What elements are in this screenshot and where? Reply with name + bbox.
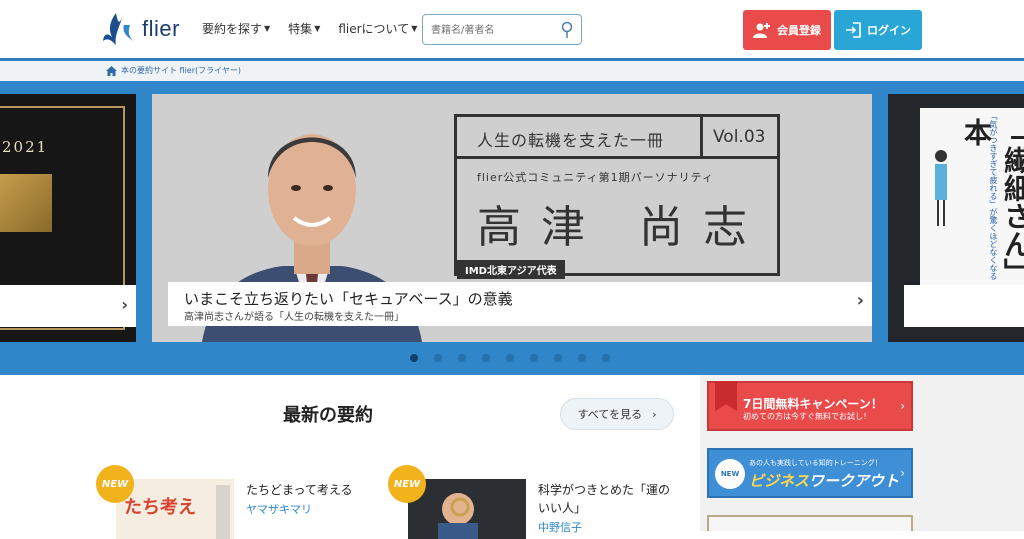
card-author[interactable]: ヤマザキマリ: [246, 501, 312, 517]
caret-down-icon: ▼: [411, 24, 418, 33]
hero-carousel: 2021 › 人生の転機を支えた一冊 Vol.03 flier公式コミュニティ第…: [0, 81, 1024, 375]
carousel-dot[interactable]: [410, 354, 418, 362]
nav-label: flierについて: [338, 22, 410, 36]
title-box-top: 人生の転機を支えた一冊 Vol.03: [454, 114, 780, 159]
chevron-right-icon: ›: [900, 466, 905, 480]
carousel-slide-prev[interactable]: 2021 ›: [0, 94, 136, 342]
search-icon[interactable]: [560, 21, 574, 39]
book-cover[interactable]: [408, 479, 526, 539]
caption-subtitle: 高津尚志さんが語る「人生の転機を支えた一冊」: [184, 312, 404, 323]
woman-illustration: [935, 150, 947, 226]
register-label: 会員登録: [777, 24, 821, 37]
carousel-dot[interactable]: [434, 354, 442, 362]
logo[interactable]: flier: [102, 10, 180, 48]
latest-summaries-section: 最新の要約 すべてを見る › たち考え NEW たちどまって考える ヤマザキマリ…: [0, 375, 700, 539]
flier-logo-icon: [103, 13, 134, 45]
workout-title: ビジネスワークアウト: [749, 470, 899, 491]
cover-art: たち考え: [116, 479, 234, 539]
free-trial-banner[interactable]: 7日間無料キャンペーン！ 初めての方は今すぐ無料でお試し！ ›: [707, 381, 913, 431]
personality-subtitle: flier公式コミュニティ第1期パーソナリティ: [477, 171, 714, 184]
section-title: 最新の要約: [283, 401, 379, 430]
carousel-dot[interactable]: [578, 354, 586, 362]
workout-title-a: ビジネス: [749, 472, 810, 490]
caret-down-icon: ▼: [264, 24, 271, 33]
add-user-icon: [753, 23, 770, 38]
sidebar-banner[interactable]: [707, 515, 913, 531]
caret-down-icon: ▼: [314, 24, 321, 33]
campaign-sub: 初めての方は今すぐ無料でお試し！: [743, 412, 871, 421]
chevron-right-icon: ›: [121, 295, 128, 314]
summary-card[interactable]: NEW 科学がつきとめた「運のいい人」 中野信子: [388, 465, 670, 539]
breadcrumb[interactable]: 本の要約サイト flier(フライヤー): [106, 65, 241, 76]
search-input[interactable]: [431, 22, 561, 38]
cover-title-text: たち考え: [124, 496, 196, 518]
slide-caption-main[interactable]: いまこそ立ち返りたい「セキュアベース」の意義 高津尚志さんが語る「人生の転機を支…: [168, 282, 872, 326]
new-badge: NEW: [96, 465, 134, 503]
breadcrumb-bar: 本の要約サイト flier(フライヤー): [0, 61, 1024, 81]
slide-year: 2021: [2, 138, 49, 156]
person-name: 高津 尚志: [477, 202, 767, 253]
title-box-divider: [700, 117, 703, 159]
position-tag: IMD北東アジア代表: [457, 260, 565, 279]
see-all-button[interactable]: すべてを見る ›: [560, 398, 674, 430]
business-workout-banner[interactable]: NEW あの人も実践している知的トレーニング！ ビジネスワークアウト ›: [707, 448, 913, 498]
cover-art: [408, 479, 526, 539]
card-author[interactable]: 中野信子: [538, 519, 582, 535]
card-title[interactable]: たちどまって考える: [246, 481, 386, 499]
nav-label: 要約を探す: [202, 22, 263, 36]
caption-title: いまこそ立ち返りたい「セキュアベース」の意義: [184, 290, 513, 308]
nav-about[interactable]: flierについて ▼: [338, 20, 417, 37]
chevron-right-icon: ›: [900, 399, 905, 413]
interview-title-box: 人生の転機を支えた一冊 Vol.03 flier公式コミュニティ第1期パーソナリ…: [454, 114, 780, 279]
new-badge: NEW: [388, 465, 426, 503]
login-icon: [846, 22, 861, 38]
chevron-right-icon: ›: [856, 290, 864, 311]
register-button[interactable]: 会員登録: [743, 10, 831, 50]
slide-caption[interactable]: [904, 285, 1024, 327]
nav-label: 特集: [288, 22, 313, 36]
carousel-dot[interactable]: [482, 354, 490, 362]
nav-search-summaries[interactable]: 要約を探す ▼: [202, 20, 270, 37]
carousel-dot[interactable]: [530, 354, 538, 362]
carousel-dot[interactable]: [554, 354, 562, 362]
bookmark-icon: [715, 381, 737, 411]
nav-features[interactable]: 特集 ▼: [288, 20, 320, 37]
search-box[interactable]: [422, 14, 582, 45]
see-all-label: すべてを見る: [577, 408, 643, 421]
carousel-slide-next[interactable]: 「気がつきすぎて疲れる」が驚くほどなくなる 「繊細さん」の本: [888, 94, 1024, 342]
logo-text: flier: [142, 16, 180, 41]
card-title[interactable]: 科学がつきとめた「運のいい人」: [538, 481, 678, 517]
home-icon: [106, 65, 117, 76]
main-nav: 要約を探す ▼ 特集 ▼ flierについて ▼: [202, 20, 417, 37]
volume-label: Vol.03: [713, 127, 766, 147]
slide-caption[interactable]: ›: [0, 285, 136, 327]
chevron-right-icon: ›: [652, 407, 657, 421]
carousel-dot[interactable]: [506, 354, 514, 362]
login-button[interactable]: ログイン: [834, 10, 922, 50]
carousel-dot[interactable]: [602, 354, 610, 362]
workout-tagline: あの人も実践している知的トレーニング！: [749, 459, 882, 467]
breadcrumb-home[interactable]: 本の要約サイト flier(フライヤー): [121, 65, 241, 76]
new-badge: NEW: [715, 459, 745, 489]
carousel-dot[interactable]: [458, 354, 466, 362]
login-label: ログイン: [867, 24, 911, 37]
title-box-body: flier公式コミュニティ第1期パーソナリティ 高津 尚志 IMD北東アジア代表: [454, 156, 780, 279]
carousel-dots: [410, 354, 610, 362]
gold-block: [0, 174, 52, 232]
workout-title-b: ワークアウト: [809, 472, 900, 490]
campaign-title: 7日間無料キャンペーン！: [743, 397, 883, 411]
site-header: flier 要約を探す▼ 特集▼ flierについて▼ 会員登録 ログイン: [0, 0, 1024, 60]
series-label: 人生の転機を支えた一冊: [477, 131, 665, 150]
book-cover[interactable]: たち考え: [116, 479, 234, 539]
summary-card[interactable]: たち考え NEW たちどまって考える ヤマザキマリ: [96, 465, 366, 539]
